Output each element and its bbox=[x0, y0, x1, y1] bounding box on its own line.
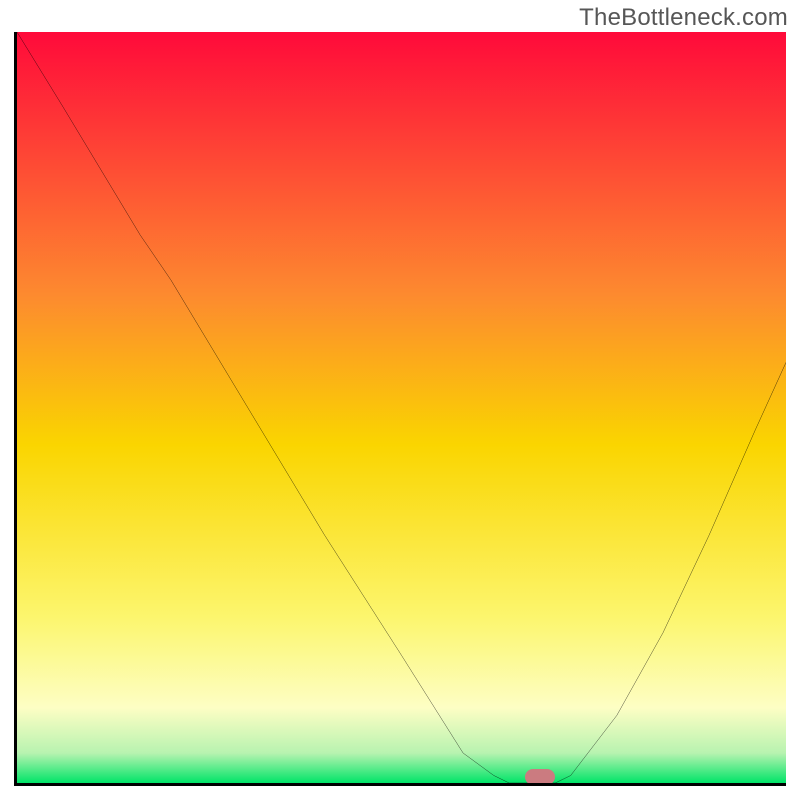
chart-svg bbox=[17, 32, 786, 783]
gradient-background bbox=[17, 32, 786, 783]
optimal-point-marker bbox=[525, 769, 555, 785]
attribution-text: TheBottleneck.com bbox=[579, 4, 788, 32]
bottleneck-chart bbox=[14, 32, 786, 786]
